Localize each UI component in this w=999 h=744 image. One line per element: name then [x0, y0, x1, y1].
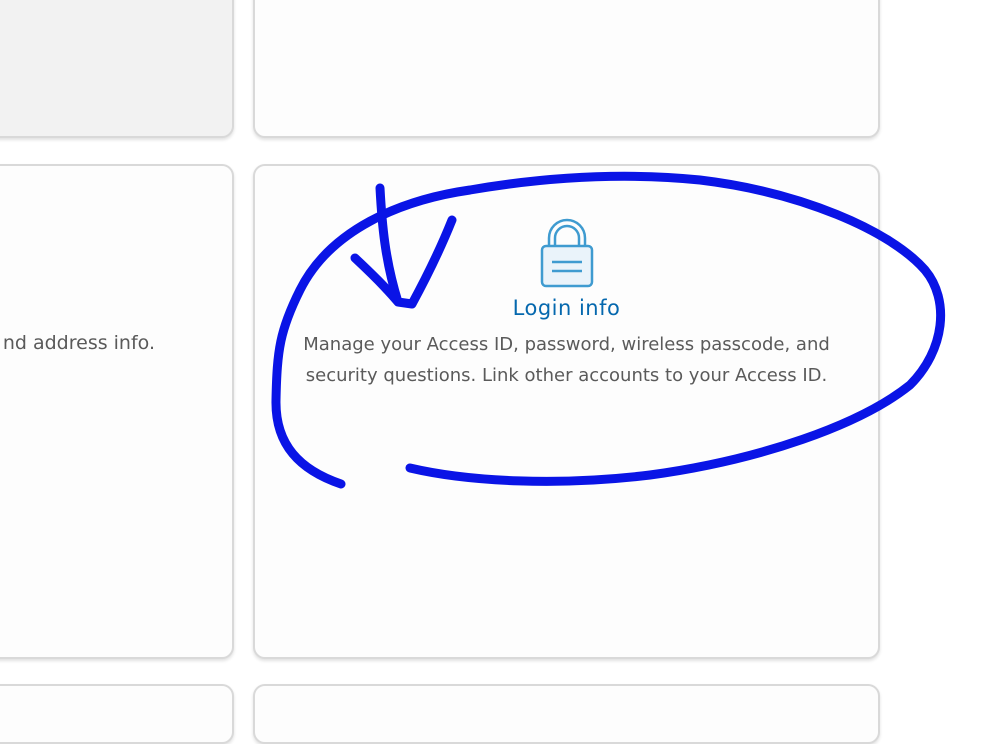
- login-info-description: Manage your Access ID, password, wireles…: [303, 334, 830, 386]
- login-info-title: Login info: [512, 296, 621, 320]
- account-card-top-right[interactable]: [253, 0, 880, 138]
- account-card-top-left: [0, 0, 234, 138]
- login-info-card[interactable]: Login info Manage your Access ID, passwo…: [253, 164, 880, 659]
- account-card-bottom-right[interactable]: [253, 684, 880, 744]
- address-info-card[interactable]: nd address info.: [0, 164, 234, 659]
- address-card-description: nd address info.: [2, 332, 155, 354]
- lock-icon: [540, 218, 594, 288]
- account-card-bottom-left[interactable]: [0, 684, 234, 744]
